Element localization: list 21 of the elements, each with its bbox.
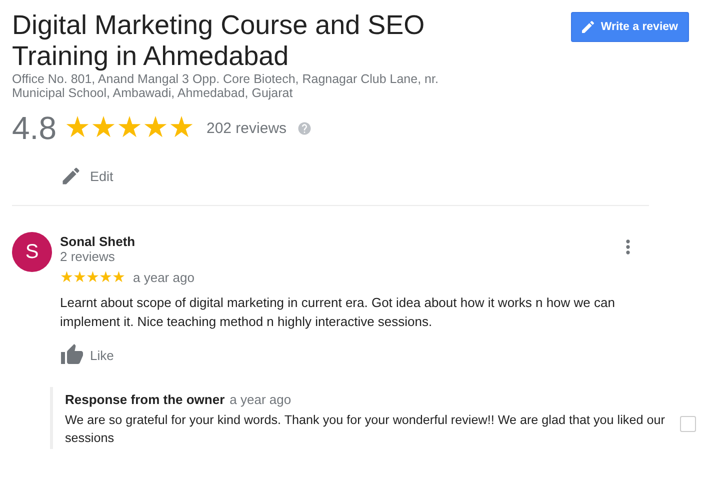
pencil-icon — [60, 165, 82, 187]
response-heading: Response from the owner — [65, 392, 225, 407]
reviewer-name[interactable]: Sonal Sheth — [60, 234, 673, 249]
write-review-button[interactable]: Write a review — [570, 12, 689, 42]
square-icon — [680, 416, 696, 432]
place-address: Office No. 801, Anand Mangal 3 Opp. Core Biotech, Ragnagar Club Lane, nr. Municipal School, Ambawadi, Ahmedabad, Gujarat — [12, 72, 438, 100]
review-time: a year ago — [133, 270, 194, 285]
review-count: 202 reviews — [206, 120, 287, 137]
place-title: Digital Marketing Course and SEO Training in Ahmedabad — [12, 10, 426, 72]
star-rating: ★★★★★ — [60, 270, 125, 285]
pencil-icon — [580, 19, 596, 35]
edit-button[interactable]: Edit — [60, 165, 114, 187]
response-text: We are so grateful for your kind words. Thank you for your wonderful review!! We are glad that you liked our sessions — [65, 412, 666, 447]
review-text: Learnt about scope of digital marketing in current era. Got idea about how it works n how we can implement it. Nice teaching method n highly interactive sessions. — [60, 294, 616, 331]
avatar: S — [12, 232, 52, 272]
star-rating: ★★★★★ — [64, 114, 194, 143]
thumbs-up-icon — [60, 343, 84, 367]
response-time: a year ago — [230, 392, 292, 407]
rating-value: 4.8 — [12, 110, 56, 147]
reviewer-review-count: 2 reviews — [60, 249, 116, 264]
like-button[interactable]: Like — [60, 343, 114, 367]
